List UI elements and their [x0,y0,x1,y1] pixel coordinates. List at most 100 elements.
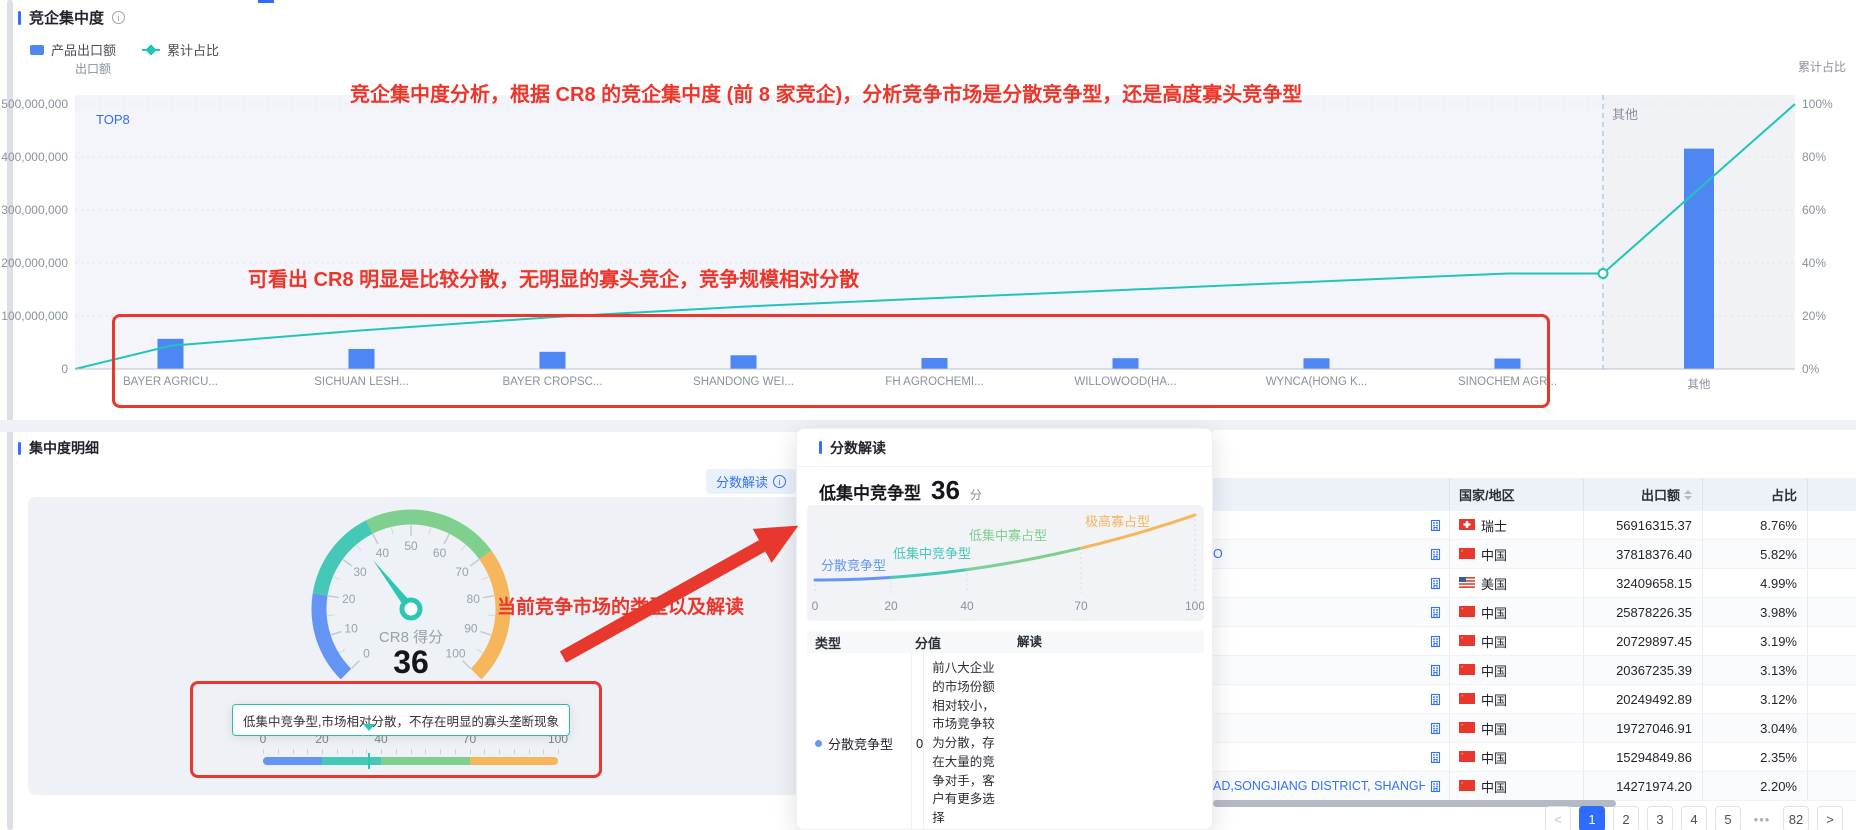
annotation-note-2: 可看出 CR8 明显是比较分散，无明显的寡头竞企，竞争规模相对分散 [248,263,859,292]
score-interpretation-link[interactable]: 分数解读 i [706,469,796,494]
top-section-header: 竞企集中度 i [18,7,125,28]
bottom-section-header: 集中度明细 [18,438,99,458]
share-pct: 3.19% [1702,627,1807,655]
table-row[interactable]: 中国 15294849.86 2.35% [1213,743,1856,772]
info-icon[interactable]: i [112,11,125,24]
header-amount-label: 出口额 [1641,485,1680,504]
curve-segment-label: 低集中竞争型 [893,543,971,562]
country-name: 中国 [1481,690,1507,709]
top-blue-dash [258,0,274,3]
popup-score-heading: 低集中竞争型 36 分 [819,475,982,506]
right-axis-title: 累计占比 [1746,58,1846,75]
country-flag-icon [1459,750,1475,765]
y-tick-label: 500,000,000 [0,97,68,111]
pagination-next[interactable]: > [1817,806,1843,830]
share-pct: 3.13% [1702,656,1807,684]
y2-tick-label: 0% [1802,362,1819,376]
export-amount: 20367235.39 [1583,656,1702,684]
header-country[interactable]: 国家/地区 [1449,478,1583,511]
company-link[interactable]: O [1213,547,1223,561]
company-building-icon[interactable] [1429,722,1442,738]
company-building-icon[interactable] [1429,548,1442,564]
header-pct[interactable]: 占比 [1702,478,1807,511]
y2-tick-label: 20% [1802,309,1826,323]
score-unit: 分 [970,486,982,503]
share-pct: 3.98% [1702,598,1807,626]
country-name: 中国 [1481,719,1507,738]
share-pct: 2.35% [1702,743,1807,771]
country-name: 美国 [1481,574,1507,593]
company-building-icon[interactable] [1429,577,1442,593]
curve-segment-label: 极高寡占型 [1085,511,1150,530]
table-row[interactable]: 中国 25878226.35 3.98% [1213,598,1856,627]
legend-bar-label: 产品出口额 [51,40,116,59]
share-pct: 5.82% [1702,540,1807,568]
pagination-page-5[interactable]: 5 [1715,806,1741,830]
pagination-page-3[interactable]: 3 [1647,806,1673,830]
y2-tick-label: 80% [1802,150,1826,164]
table-row[interactable]: 美国 32409658.15 4.99% [1213,569,1856,598]
country-name: 中国 [1481,632,1507,651]
company-building-icon[interactable] [1429,664,1442,680]
header-extra [1807,478,1856,511]
popup-table-header: 类型分值解读 [807,631,1204,653]
score-number: 36 [931,475,960,506]
x-axis-label[interactable]: 其他 [1688,376,1711,392]
svg-text:100: 100 [1185,599,1204,613]
export-amount: 20249492.89 [1583,685,1702,713]
country-flag-icon [1459,779,1475,794]
pagination-prev[interactable]: < [1545,806,1571,830]
company-link[interactable]: AD,SONGJIANG DISTRICT, SHANGHAI CHI... [1213,779,1425,793]
table-row[interactable]: AD,SONGJIANG DISTRICT, SHANGHAI CHI... 中… [1213,772,1856,801]
company-building-icon[interactable] [1429,780,1442,796]
type-dot-icon [815,740,822,747]
share-pct: 3.12% [1702,685,1807,713]
svg-text:70: 70 [1074,599,1088,613]
export-amount: 20729897.45 [1583,627,1702,655]
pagination-page-82[interactable]: 82 [1783,806,1809,830]
table-row[interactable]: O 中国 37818376.40 5.82% [1213,540,1856,569]
detail-section-title: 集中度明细 [29,438,99,458]
pagination-active[interactable]: 1 [1579,806,1605,830]
table-row[interactable]: 瑞士 56916315.37 8.76% [1213,511,1856,540]
table-row[interactable]: 中国 20367235.39 3.13% [1213,656,1856,685]
svg-text:20: 20 [342,592,356,606]
pagination-page-2[interactable]: 2 [1613,806,1639,830]
country-name: 中国 [1481,545,1507,564]
sort-icon[interactable] [1684,490,1692,500]
company-building-icon[interactable] [1429,635,1442,651]
country-flag-icon [1459,518,1475,533]
export-amount: 37818376.40 [1583,540,1702,568]
annotation-box-bars [112,314,1550,408]
pagination-ghost: ••• [1749,806,1775,830]
y-tick-label: 300,000,000 [0,203,68,217]
company-building-icon[interactable] [1429,606,1442,622]
chart-legend: 产品出口额 累计占比 [30,40,219,59]
curve-segment-label: 分散竞争型 [821,555,886,574]
score-link-label: 分数解读 [716,472,768,491]
svg-text:80: 80 [467,592,481,606]
market-type-label: 低集中竞争型 [819,479,921,504]
svg-text:50: 50 [404,539,418,553]
svg-text:40: 40 [376,546,390,560]
country-name: 中国 [1481,748,1507,767]
legend-item-bar[interactable]: 产品出口额 [30,40,116,59]
y2-tick-label: 100% [1802,97,1833,111]
interpretation-table: 类型分值解读分散竞争型 0前八大企业的市场份额相对较小，市场竞争较为分散，存在大… [807,631,1204,830]
header-amount[interactable]: 出口额 [1583,478,1702,511]
company-building-icon[interactable] [1429,751,1442,767]
country-flag-icon [1459,692,1475,707]
table-row[interactable]: 中国 19727046.91 3.04% [1213,714,1856,743]
table-row[interactable]: 中国 20249492.89 3.12% [1213,685,1856,714]
section-accent-bar [819,441,822,454]
score-interpretation-popup: 分数解读 低集中竞争型 36 分 0204070100 分散竞争型低集中竞争型低… [796,428,1213,830]
popup-title: 分数解读 [830,438,886,458]
y2-tick-label: 60% [1802,203,1826,217]
company-building-icon[interactable] [1429,693,1442,709]
legend-item-line[interactable]: 累计占比 [142,40,219,59]
table-row[interactable]: 中国 20729897.45 3.19% [1213,627,1856,656]
pagination-page-4[interactable]: 4 [1681,806,1707,830]
interpretation-curve-box: 0204070100 分散竞争型低集中竞争型低集中寡占型极高寡占型 [807,505,1204,621]
section-accent-bar [18,442,21,455]
company-building-icon[interactable] [1429,519,1442,535]
